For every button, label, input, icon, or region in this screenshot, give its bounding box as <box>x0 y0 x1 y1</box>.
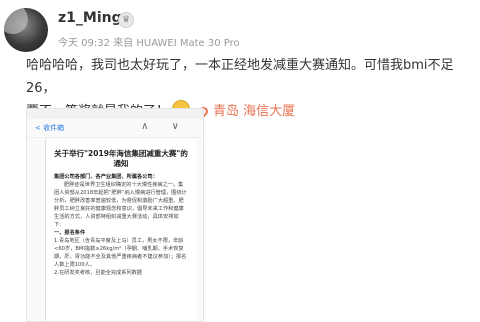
location-link[interactable]: 青岛 海信大厦 <box>197 104 296 119</box>
vip-badge-icon: ♛ <box>118 12 134 28</box>
doc-item-1: 1.青岛地区（含青岛平度及上马）员工，男女不限，年龄<60岁，BMI指数≥26k… <box>54 238 187 268</box>
post-source: 来自 HUAWEI Mate 30 Pro <box>113 38 240 49</box>
user-avatar[interactable] <box>4 8 48 52</box>
doc-section-heading: 一、报名条件 <box>54 230 86 236</box>
username[interactable]: z1_Ming <box>58 10 122 26</box>
doc-paragraph: 肥胖症是世界卫生组织确定的十大慢性疾病之一。集团人资部从2018年起把“肥胖”纳… <box>54 182 187 228</box>
post-meta: 今天 09:32 来自 HUAWEI Mate 30 Pro <box>58 34 240 49</box>
inbox-back-link: < 收件箱 <box>35 124 65 132</box>
post-text-line1: 哈哈哈哈，我司也太好玩了，一本正经地发减重大赛通知。可惜我bmi不足26， <box>26 58 454 96</box>
post-image[interactable]: < 收件箱 ∧ ∨ 关于举行"2019年海信集团减重大赛"的通知 集团公司各部门… <box>26 108 204 322</box>
doc-salutation: 集团公司各部门、各产业集团、所属各公司： <box>54 174 158 180</box>
notice-document: 关于举行"2019年海信集团减重大赛"的通知 集团公司各部门、各产业集团、所属各… <box>45 139 196 321</box>
location-text: 青岛 海信大厦 <box>213 104 296 119</box>
prev-next-arrows: ∧ ∨ <box>141 121 189 132</box>
doc-title: 关于举行"2019年海信集团减重大赛"的通知 <box>54 149 188 168</box>
email-nav-bar: < 收件箱 ∧ ∨ <box>27 119 203 138</box>
doc-item-2: 2.在研发奖考核，且能全完成系列数据 <box>54 270 142 276</box>
post-time: 今天 09:32 <box>58 38 110 49</box>
